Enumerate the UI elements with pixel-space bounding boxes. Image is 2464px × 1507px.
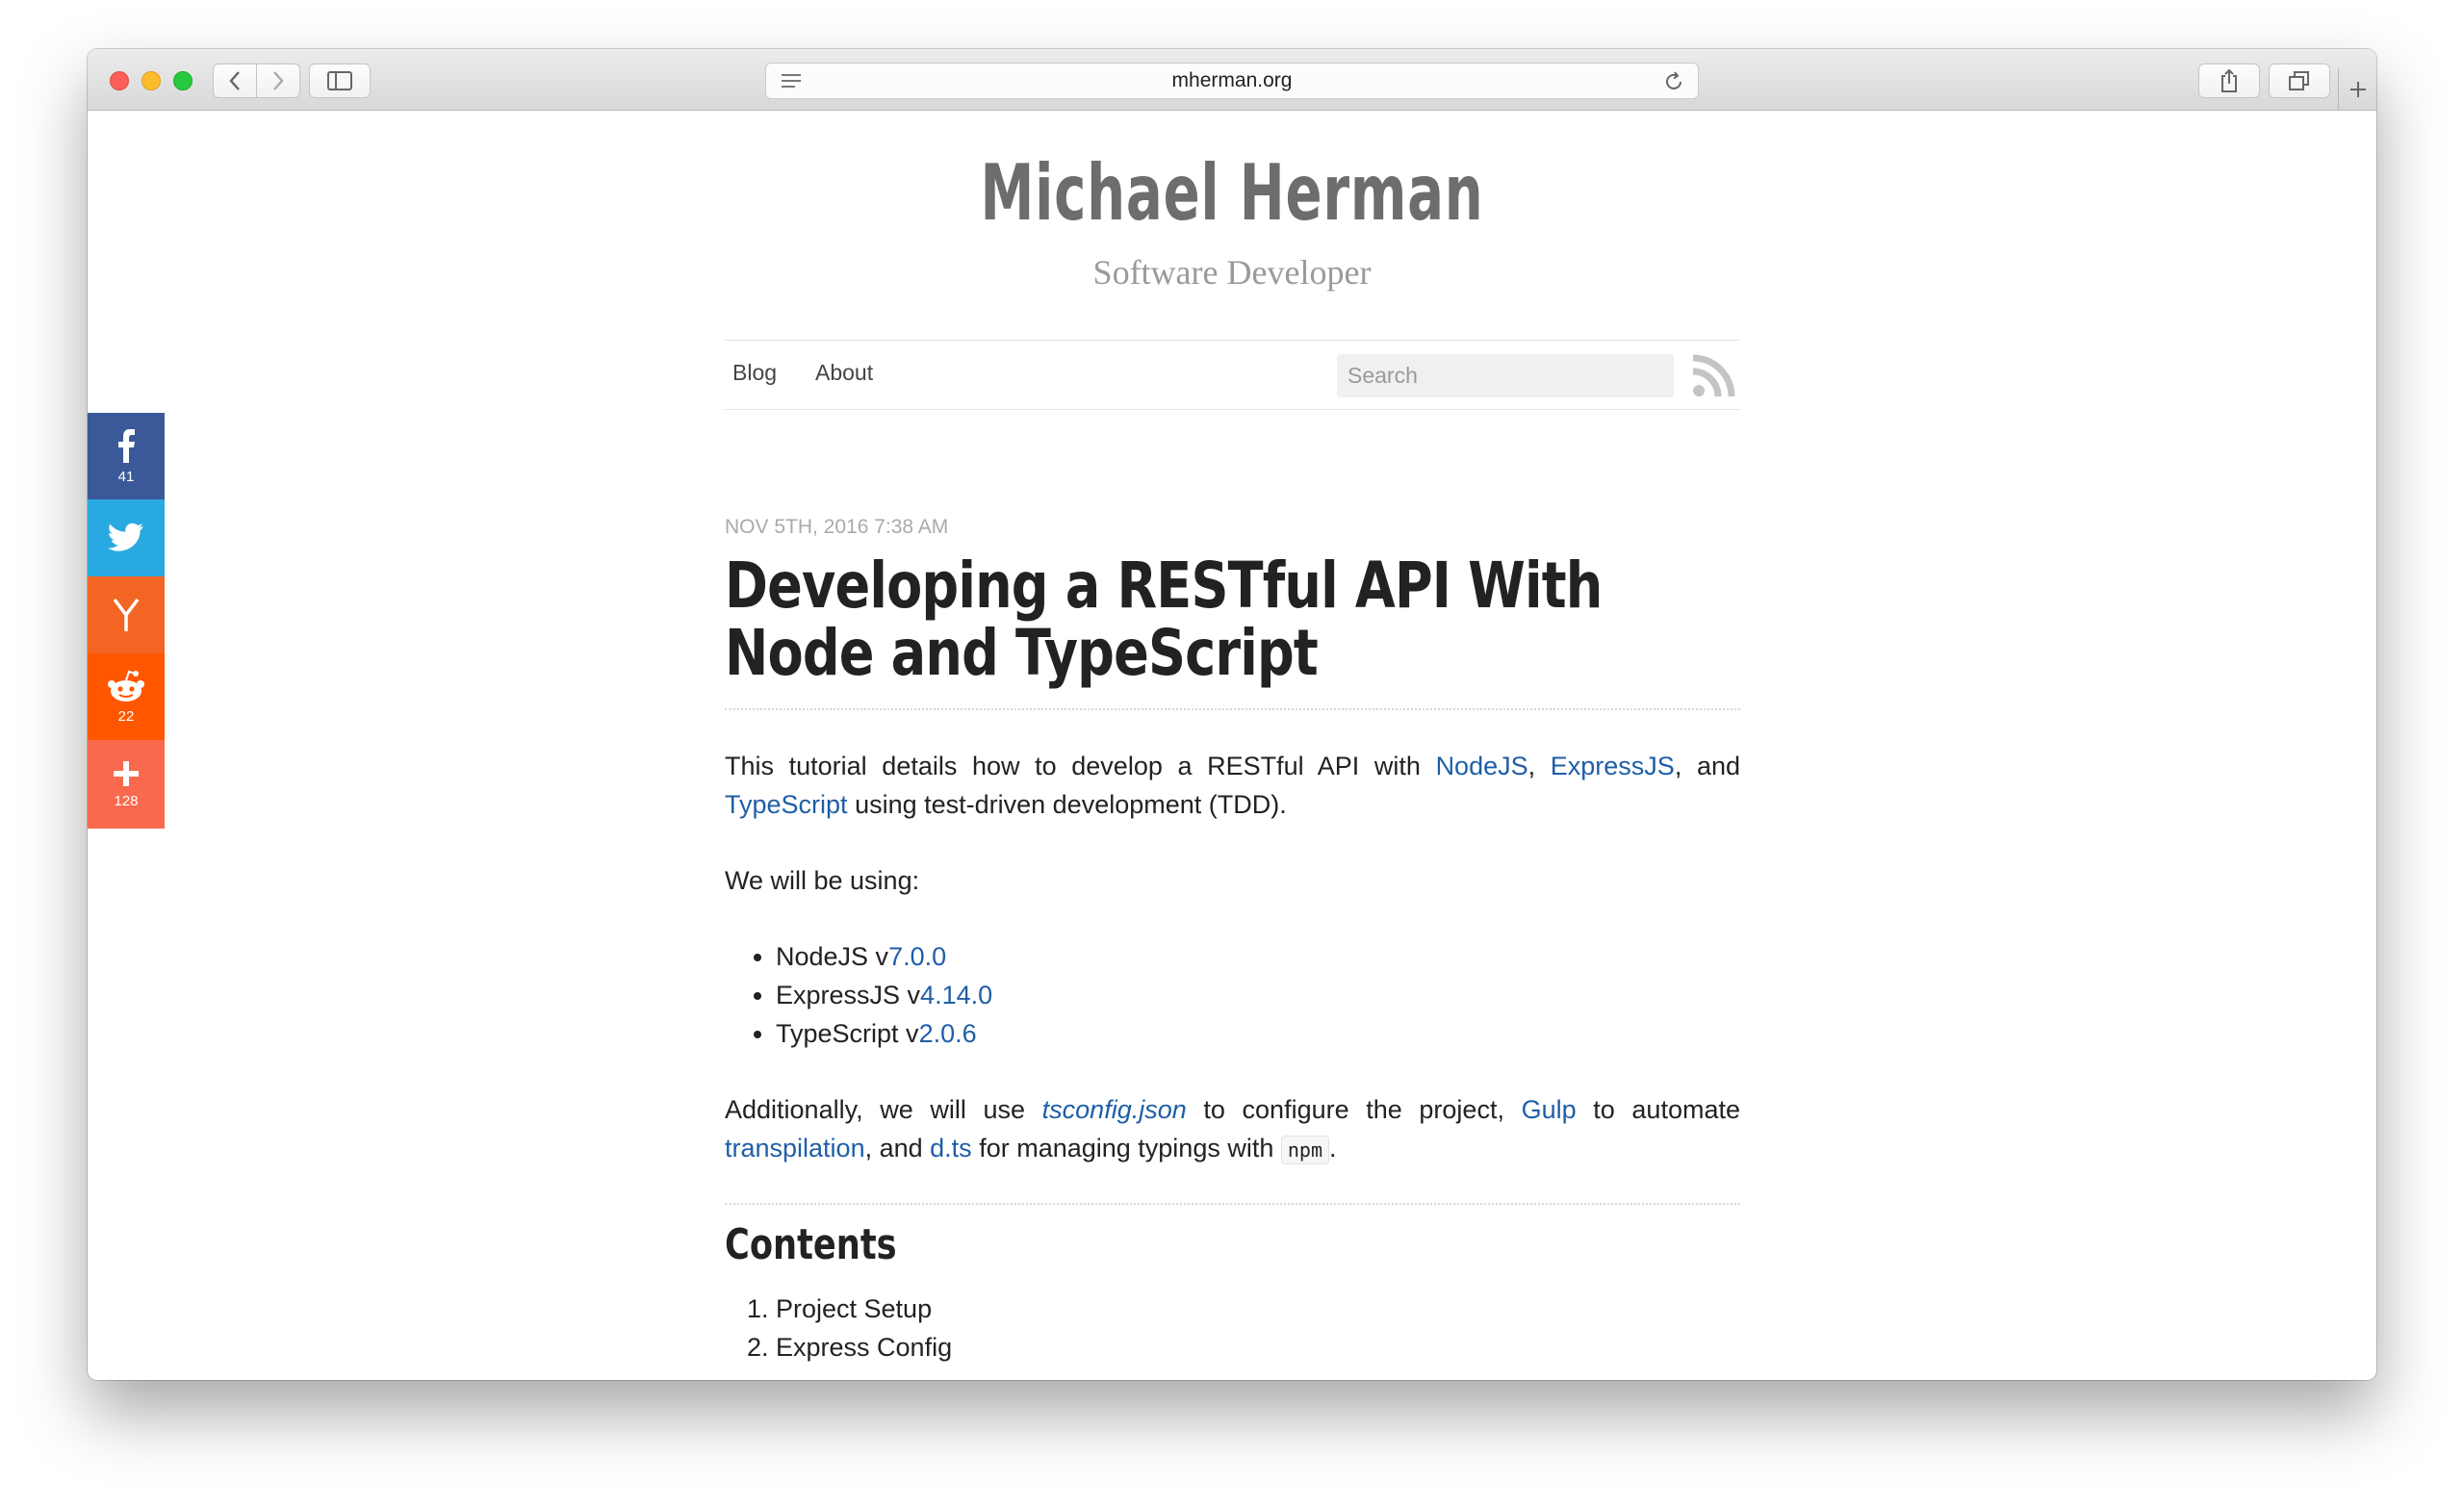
- additional-text: for managing typings with: [971, 1134, 1281, 1162]
- contents-item[interactable]: Project Setup: [776, 1290, 1740, 1328]
- browser-window: mherman.org Michael Herman Software Deve…: [88, 49, 2376, 1380]
- npm-code: npm: [1280, 1136, 1329, 1164]
- chevron-left-icon: [229, 71, 240, 90]
- intro-paragraph: This tutorial details how to develop a R…: [725, 747, 1740, 824]
- reddit-share-count: 22: [117, 707, 135, 725]
- intro-text: This tutorial details how to develop a R…: [725, 752, 1436, 780]
- using-paragraph: We will be using:: [725, 866, 920, 895]
- plus-icon: [114, 760, 139, 786]
- additional-text: Additionally, we will use: [725, 1095, 1042, 1124]
- browser-toolbar: mherman.org: [88, 49, 2376, 111]
- version-name: ExpressJS v: [776, 981, 921, 1009]
- nodejs-link[interactable]: NodeJS: [1436, 752, 1528, 780]
- gulp-link[interactable]: Gulp: [1522, 1095, 1577, 1124]
- additional-text: , and: [864, 1134, 931, 1162]
- social-share-bar: 41 22 128: [88, 413, 165, 829]
- list-item: ExpressJS v4.14.0: [776, 976, 1740, 1014]
- post-title: Developing a RESTful API With Node and T…: [725, 549, 1603, 690]
- contents-heading: Contents: [725, 1220, 897, 1269]
- additional-text: to configure the project,: [1186, 1095, 1522, 1124]
- title-divider: [725, 708, 1740, 710]
- zoom-window-button[interactable]: [173, 71, 192, 90]
- twitter-icon: [108, 523, 143, 551]
- additional-text: .: [1328, 1134, 1337, 1162]
- version-link[interactable]: 7.0.0: [888, 942, 946, 971]
- version-list: NodeJS v7.0.0 ExpressJS v4.14.0 TypeScri…: [725, 937, 1740, 1053]
- site-subtitle: Software Developer: [1092, 253, 1372, 292]
- back-button[interactable]: [213, 64, 257, 98]
- typescript-link[interactable]: TypeScript: [725, 790, 848, 819]
- list-item: TypeScript v2.0.6: [776, 1014, 1740, 1053]
- facebook-share-count: 41: [117, 468, 135, 485]
- close-window-button[interactable]: [110, 71, 129, 90]
- blog-post: NOV 5TH, 2016 7:38 AM Developing a RESTf…: [725, 516, 1740, 1367]
- post-body: This tutorial details how to develop a R…: [725, 747, 1740, 1367]
- sidebar-icon: [327, 71, 352, 90]
- reddit-icon: [108, 670, 144, 702]
- intro-text: ,: [1527, 752, 1551, 780]
- forward-button[interactable]: [256, 64, 300, 98]
- tabs-icon: [2289, 71, 2309, 90]
- tsconfig-link[interactable]: tsconfig.json: [1042, 1095, 1187, 1124]
- site-title[interactable]: Michael Herman: [340, 148, 2125, 238]
- dts-link[interactable]: d.ts: [930, 1134, 972, 1162]
- contents-item[interactable]: Express Config: [776, 1328, 1740, 1367]
- facebook-share-button[interactable]: 41: [88, 413, 165, 499]
- chevron-right-icon: [273, 71, 284, 90]
- tabs-overview-button[interactable]: [2269, 64, 2330, 98]
- more-share-count: 128: [114, 792, 139, 809]
- additional-paragraph: Additionally, we will use tsconfig.json …: [725, 1090, 1740, 1169]
- intro-text: , and: [1674, 752, 1740, 780]
- nav-link-about[interactable]: About: [815, 360, 873, 386]
- more-share-button[interactable]: 128: [88, 740, 165, 829]
- list-item: NodeJS v7.0.0: [776, 937, 1740, 976]
- intro-text: using test-driven development (TDD).: [847, 790, 1287, 819]
- plus-icon: [2349, 82, 2366, 97]
- version-name: NodeJS v: [776, 942, 889, 971]
- post-date: NOV 5TH, 2016 7:38 AM: [725, 516, 949, 538]
- rss-icon[interactable]: [1691, 354, 1735, 398]
- minimize-window-button[interactable]: [141, 71, 161, 90]
- twitter-share-button[interactable]: [88, 499, 165, 576]
- hackernews-share-button[interactable]: [88, 576, 165, 653]
- version-link[interactable]: 2.0.6: [919, 1019, 977, 1048]
- version-name: TypeScript v: [776, 1019, 919, 1048]
- reload-icon[interactable]: [1663, 70, 1684, 93]
- additional-text: to automate: [1576, 1095, 1740, 1124]
- share-icon: [2221, 68, 2237, 92]
- facebook-icon: [118, 428, 135, 463]
- share-button[interactable]: [2198, 64, 2260, 98]
- version-link[interactable]: 4.14.0: [920, 981, 992, 1009]
- search-input[interactable]: [1337, 354, 1674, 397]
- sidebar-toggle-button[interactable]: [309, 64, 371, 98]
- expressjs-link[interactable]: ExpressJS: [1551, 752, 1675, 780]
- nav-link-blog[interactable]: Blog: [732, 360, 777, 386]
- url-text: mherman.org: [1171, 69, 1293, 91]
- hackernews-icon: [113, 598, 140, 631]
- main-nav: Blog About: [725, 340, 1740, 410]
- contents-list: Project Setup Express Config: [725, 1290, 1740, 1367]
- reddit-share-button[interactable]: 22: [88, 653, 165, 740]
- section-divider: [725, 1203, 1740, 1205]
- transpilation-link[interactable]: transpilation: [725, 1134, 865, 1162]
- new-tab-button[interactable]: [2338, 68, 2376, 111]
- address-bar[interactable]: mherman.org: [765, 63, 1699, 99]
- web-page: Michael Herman Software Developer Blog A…: [88, 112, 2376, 1380]
